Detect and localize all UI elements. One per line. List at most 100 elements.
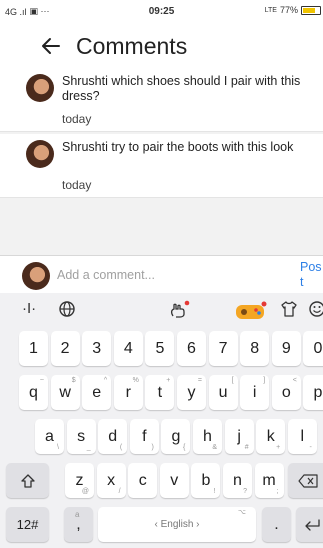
comments-list[interactable]: Shrushti which shoes should I pair with … xyxy=(0,68,323,255)
space-key-label: ‹ English › xyxy=(154,519,200,530)
key-label: k xyxy=(266,428,275,445)
key-u[interactable]: u[ xyxy=(208,375,238,410)
key-j[interactable]: j # xyxy=(224,419,254,454)
key-alt-label: ~ xyxy=(39,377,44,384)
game-pad-icon[interactable] xyxy=(234,300,268,320)
post-button[interactable]: Post xyxy=(300,260,323,290)
key-s[interactable]: s _ xyxy=(66,419,96,454)
key-alt-label: ( xyxy=(119,444,123,451)
comma-key-alt: a xyxy=(75,510,80,519)
key-t[interactable]: t + xyxy=(145,375,175,410)
key-b[interactable]: b! xyxy=(191,463,221,498)
key-f[interactable]: f) xyxy=(129,419,159,454)
key-label: d xyxy=(108,428,118,445)
key-alt-label: _ xyxy=(86,444,91,451)
battery-percent: 77% xyxy=(279,5,298,15)
text-cursor-icon[interactable]: ·I· xyxy=(22,300,36,320)
key-7[interactable]: 7 xyxy=(208,331,238,366)
key-v[interactable]: v xyxy=(159,463,189,498)
key-alt-label: [ xyxy=(231,377,234,384)
key-k[interactable]: k + xyxy=(256,419,286,454)
key-alt-label: = xyxy=(197,377,202,384)
key-label: f xyxy=(142,428,147,445)
shirt-icon[interactable] xyxy=(280,300,298,320)
comment-item[interactable]: Shrushti try to pair the boots with this… xyxy=(0,134,323,198)
key-alt-label: ) xyxy=(151,444,154,451)
key-label: u xyxy=(218,384,228,401)
emoji-icon[interactable] xyxy=(308,300,323,320)
status-right: LTE 77% xyxy=(265,5,321,15)
shift-key[interactable] xyxy=(6,463,49,498)
key-4[interactable]: 4 xyxy=(113,331,143,366)
key-alt-label: / xyxy=(118,488,121,495)
key-alt-label: < xyxy=(292,377,297,384)
key-6[interactable]: 6 xyxy=(177,331,206,366)
key-9[interactable]: 9 xyxy=(271,331,301,366)
key-label: m xyxy=(262,472,276,489)
key-m[interactable]: m; xyxy=(254,463,284,498)
globe-icon[interactable] xyxy=(58,300,76,320)
key-alt-label: ! xyxy=(213,488,216,495)
space-key[interactable]: ‹ English › ⌥ xyxy=(98,507,256,542)
key-label: b xyxy=(201,472,211,489)
key-label: i xyxy=(252,384,257,401)
status-bar: 4G .ıl ▣ ··· 09:25 LTE 77% xyxy=(0,0,323,24)
comma-key[interactable]: a , xyxy=(64,507,93,542)
avatar[interactable] xyxy=(26,74,54,102)
key-r[interactable]: r% xyxy=(113,375,143,410)
key-2[interactable]: 2 xyxy=(50,331,80,366)
key-alt-label: @ xyxy=(81,488,89,495)
key-i[interactable]: i] xyxy=(240,375,270,410)
key-label: e xyxy=(92,384,102,401)
key-alt-label: + xyxy=(276,444,281,451)
key-a[interactable]: a \ xyxy=(35,419,64,454)
key-label: h xyxy=(203,428,212,445)
key-h[interactable]: h & xyxy=(193,419,222,454)
key-3[interactable]: 3 xyxy=(82,331,112,366)
key-n[interactable]: n? xyxy=(223,463,252,498)
key-q[interactable]: q ~ xyxy=(19,375,48,410)
key-z[interactable]: z @ xyxy=(65,463,94,498)
key-label: w xyxy=(59,384,71,401)
arrow-left-icon xyxy=(42,38,60,54)
key-l[interactable]: l- xyxy=(287,419,317,454)
key-d[interactable]: d( xyxy=(98,419,128,454)
comment-input[interactable] xyxy=(57,262,287,288)
comment-item[interactable]: Shrushti which shoes should I pair with … xyxy=(0,68,323,132)
hand-icon[interactable] xyxy=(168,300,190,320)
key-alt-label: \ xyxy=(57,444,59,451)
key-p[interactable]: p> xyxy=(303,375,323,410)
key-5[interactable]: 5 xyxy=(145,331,175,366)
comment-composer: Post xyxy=(0,255,323,293)
space-key-alt: ⌥ xyxy=(237,509,246,516)
symbols-key[interactable]: 12# xyxy=(6,507,49,542)
key-label: 9 xyxy=(281,340,291,357)
key-0[interactable]: 0 xyxy=(303,331,323,366)
key-label: 4 xyxy=(123,340,133,357)
period-key[interactable]: . xyxy=(262,507,291,542)
comment-time: today xyxy=(62,112,92,126)
key-w[interactable]: w $ xyxy=(50,375,80,410)
key-c[interactable]: c xyxy=(128,463,158,498)
avatar[interactable] xyxy=(26,140,54,168)
key-y[interactable]: y = xyxy=(177,375,206,410)
backspace-key[interactable] xyxy=(288,463,323,498)
comment-text: Shrushti which shoes should I pair with … xyxy=(62,74,301,103)
key-o[interactable]: o < xyxy=(271,375,301,410)
key-e[interactable]: e ^ xyxy=(82,375,112,410)
back-button[interactable] xyxy=(37,32,65,60)
key-x[interactable]: x / xyxy=(96,463,126,498)
key-1[interactable]: 1 xyxy=(19,331,48,366)
key-alt-label: % xyxy=(132,377,139,384)
key-label: n xyxy=(233,472,242,489)
key-label: r xyxy=(125,384,131,401)
key-alt-label: - xyxy=(309,444,312,451)
key-alt-label: ^ xyxy=(103,377,108,384)
key-label: 1 xyxy=(29,340,38,357)
key-label: 8 xyxy=(250,340,260,357)
enter-key[interactable] xyxy=(296,507,323,542)
key-g[interactable]: g{ xyxy=(161,419,191,454)
key-alt-label: & xyxy=(212,444,217,451)
key-8[interactable]: 8 xyxy=(240,331,270,366)
key-label: 2 xyxy=(60,340,70,357)
